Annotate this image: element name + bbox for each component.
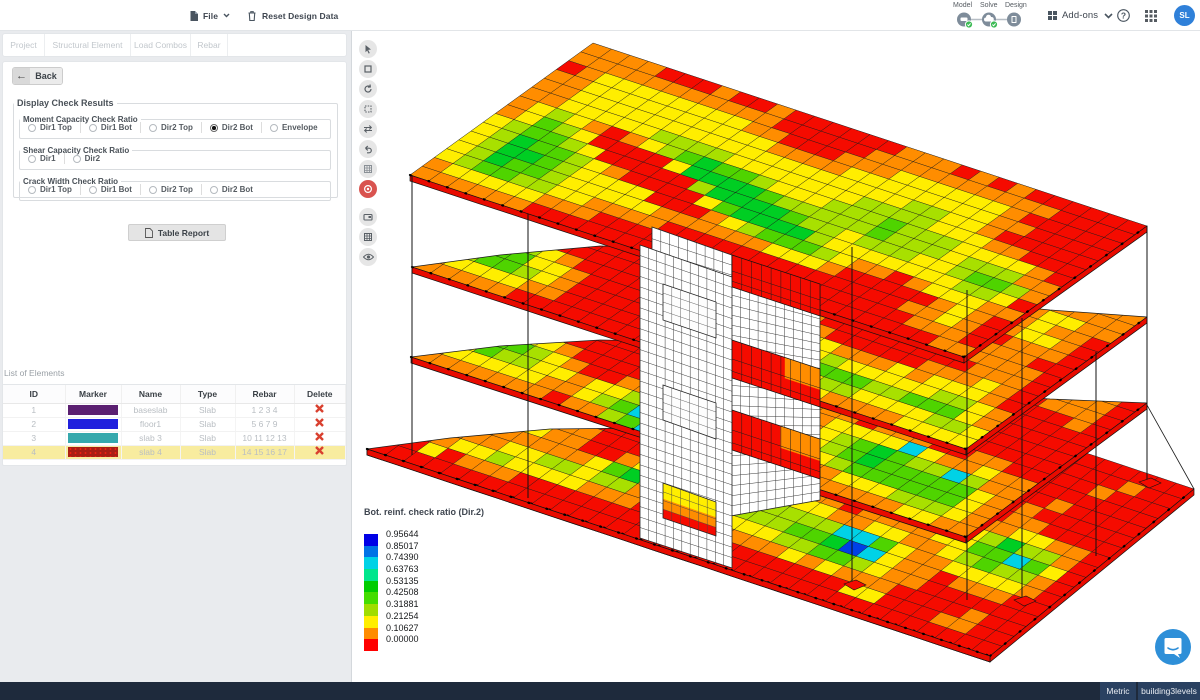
- svg-text:?: ?: [1121, 10, 1126, 20]
